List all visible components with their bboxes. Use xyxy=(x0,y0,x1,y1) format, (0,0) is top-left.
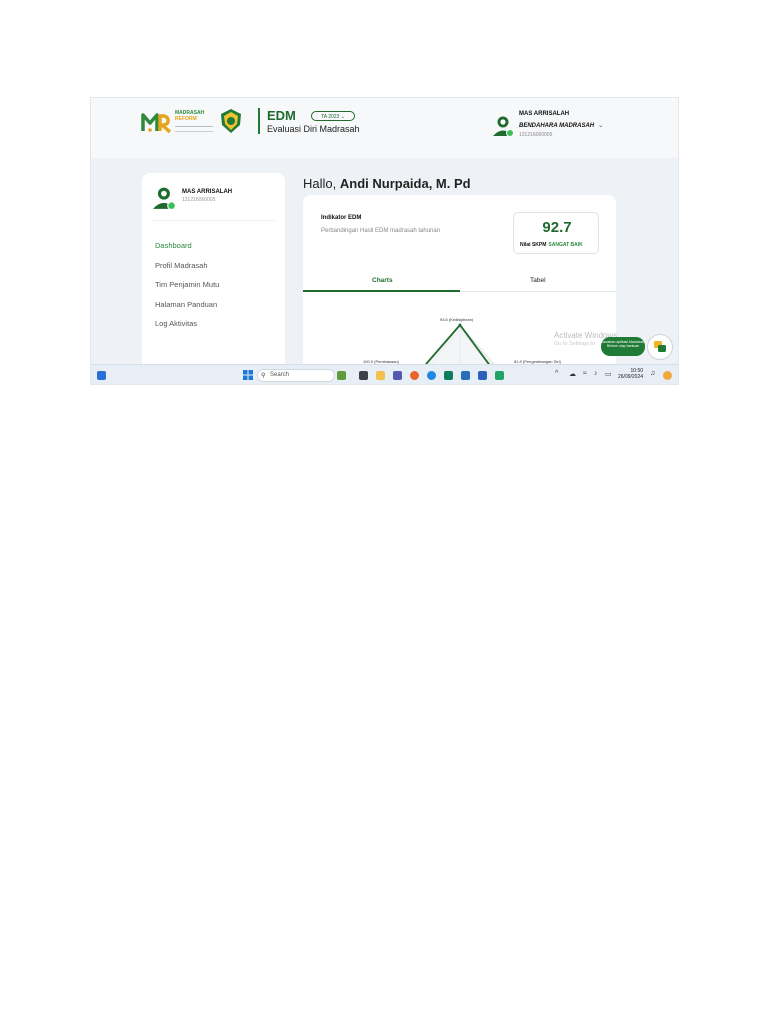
kemenag-emblem-icon xyxy=(221,109,241,133)
excel-icon[interactable] xyxy=(495,371,504,380)
user-role-dropdown[interactable]: BENDAHARA MADRASAH ⌄ xyxy=(519,122,603,129)
app-header: MADRASAH REFORM EDM TA 2023 ⌄ Evaluasi D… xyxy=(91,98,678,158)
tab-active-indicator xyxy=(303,290,460,292)
score-value: 92.7 xyxy=(542,219,572,236)
sidebar-user-name: MAS ARRISALAH xyxy=(182,189,233,195)
chevron-down-icon: ⌄ xyxy=(340,114,345,120)
onedrive-icon[interactable]: ☁ xyxy=(569,370,576,378)
wifi-icon[interactable]: ≈ xyxy=(583,370,587,377)
file-explorer-icon[interactable] xyxy=(376,371,385,380)
sidebar: MAS ARRISALAH 131216060005 Dashboard Pro… xyxy=(142,173,285,384)
brand-line-2: REFORM xyxy=(175,115,197,122)
greeting-name: Andi Nurpaida, M. Pd xyxy=(339,176,471,191)
indicator-subtitle: Perbandingan Hasil EDM madrasah tahunan xyxy=(321,228,441,234)
chevron-up-icon[interactable]: ^ xyxy=(555,370,558,377)
user-avatar-icon[interactable] xyxy=(493,115,515,137)
word-icon[interactable] xyxy=(478,371,487,380)
brand-divider xyxy=(175,126,213,132)
header-user-name: MAS ARRISALAH xyxy=(519,111,570,117)
chevron-down-icon: ⌄ xyxy=(598,123,604,129)
score-label: Nilai SKPM xyxy=(520,242,547,248)
year-selector-label: TA 2023 xyxy=(321,114,340,120)
sidebar-item-dashboard[interactable]: Dashboard xyxy=(155,241,192,250)
score-label-row: Nilai SKPM SANGAT BAIK xyxy=(520,242,583,248)
app-subtitle: Evaluasi Diri Madrasah xyxy=(267,124,360,134)
clock-date: 26/09/2024 xyxy=(618,374,644,380)
greeting: Hallo, Andi Nurpaida, M. Pd xyxy=(303,176,471,191)
indicator-title: Indikator EDM xyxy=(321,215,362,221)
tab-tabel[interactable]: Tabel xyxy=(530,277,546,284)
screenshot-frame: MADRASAH REFORM EDM TA 2023 ⌄ Evaluasi D… xyxy=(90,97,679,385)
edge-icon[interactable] xyxy=(427,371,436,380)
windows-taskbar: ⚲ Search ^ ☁ ≈ ♪ ▭ 10:50 26/09/2024 ♫ xyxy=(91,364,678,384)
store-icon[interactable] xyxy=(444,371,453,380)
firefox-icon[interactable] xyxy=(410,371,419,380)
widgets-icon[interactable] xyxy=(97,371,106,380)
app-title: EDM xyxy=(267,108,296,123)
teams-icon[interactable] xyxy=(393,371,402,380)
chat-bubble[interactable]: Jawaban aplikasi Madrasah Reform siap ba… xyxy=(601,337,645,356)
score-status: SANGAT BAIK xyxy=(548,242,583,248)
sidebar-item-log-aktivitas[interactable]: Log Aktivitas xyxy=(155,319,197,328)
sidebar-user-id: 131216060005 xyxy=(182,197,216,203)
header-user-id: 131216060005 xyxy=(519,132,553,138)
volume-icon[interactable]: ♪ xyxy=(594,370,598,377)
mail-icon[interactable] xyxy=(461,371,470,380)
search-placeholder: Search xyxy=(270,372,290,378)
battery-icon[interactable]: ▭ xyxy=(605,370,612,378)
sidebar-item-tim-penjamin-mutu[interactable]: Tim Penjamin Mutu xyxy=(155,280,219,289)
sidebar-item-halaman-panduan[interactable]: Halaman Panduan xyxy=(155,300,217,309)
year-selector[interactable]: TA 2023 ⌄ xyxy=(311,111,355,121)
greeting-prefix: Hallo, xyxy=(303,176,337,191)
sidebar-item-profil-madrasah[interactable]: Profil Madrasah xyxy=(155,261,208,270)
radar-point-kedisiplinan xyxy=(458,323,462,327)
header-divider xyxy=(258,108,260,134)
sidebar-divider xyxy=(152,220,275,221)
taskbar-search[interactable]: ⚲ Search xyxy=(257,369,335,382)
brand-wordmark: MADRASAH REFORM xyxy=(175,110,204,122)
taskbar-clock[interactable]: 10:50 26/09/2024 xyxy=(618,368,643,380)
indicator-card: Indikator EDM Perbandingan Hasil EDM mad… xyxy=(303,195,616,384)
copilot-icon[interactable] xyxy=(663,371,672,380)
notification-bell-icon[interactable]: ♫ xyxy=(650,370,655,377)
radar-label-top: 93.6 (Kedisiplinan) xyxy=(440,317,474,322)
game-app-icon[interactable] xyxy=(337,371,346,380)
sidebar-avatar-icon xyxy=(153,187,176,210)
windows-start-icon[interactable] xyxy=(243,370,253,380)
chat-icon xyxy=(654,341,666,352)
tab-charts[interactable]: Charts xyxy=(372,277,393,284)
score-box: 92.7 Nilai SKPM SANGAT BAIK xyxy=(513,212,599,254)
search-icon: ⚲ xyxy=(261,373,266,379)
madrasah-reform-logo-icon xyxy=(141,113,172,133)
activate-windows-subtitle: Go to Settings to xyxy=(554,341,595,347)
chat-button[interactable] xyxy=(647,334,673,360)
task-view-icon[interactable] xyxy=(359,371,368,380)
header-user-role: BENDAHARA MADRASAH xyxy=(519,123,595,129)
